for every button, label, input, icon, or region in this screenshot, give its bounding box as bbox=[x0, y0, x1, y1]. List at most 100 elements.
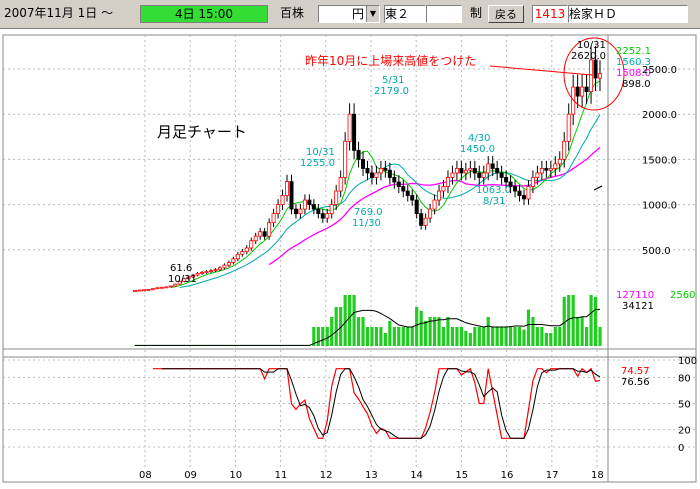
volume-bar bbox=[540, 327, 544, 346]
stock-code-field[interactable]: 1413 bbox=[532, 5, 568, 23]
x-axis-labels: 08 09 10 11 12 13 14 15 16 17 18 bbox=[139, 470, 604, 481]
volume-bar bbox=[446, 317, 450, 346]
candle-body bbox=[544, 168, 549, 171]
candle-body bbox=[410, 195, 415, 201]
price-tick-label: 500.0 bbox=[642, 246, 671, 257]
candle-body bbox=[526, 186, 531, 200]
candle-body bbox=[557, 158, 562, 165]
candle-body bbox=[584, 86, 589, 92]
candle-body bbox=[267, 222, 272, 237]
volume-bar bbox=[495, 327, 499, 346]
volume-bar bbox=[334, 307, 338, 346]
candle-body bbox=[231, 258, 236, 263]
volume-bar bbox=[415, 307, 419, 346]
candle-body bbox=[325, 213, 330, 219]
low2-date: 11/30 bbox=[352, 218, 381, 229]
low-start-value: 61.6 bbox=[170, 263, 192, 274]
candle-body bbox=[472, 168, 477, 174]
volume-bar bbox=[388, 321, 392, 346]
volume-bar bbox=[526, 309, 531, 346]
volume-bar bbox=[504, 327, 508, 346]
x-tick-label: 10 bbox=[229, 470, 242, 481]
chart-frame bbox=[2, 34, 697, 483]
volume-bar bbox=[316, 327, 320, 346]
candle-body bbox=[365, 168, 370, 174]
candle-body bbox=[589, 59, 594, 92]
high-value: 2620.0 bbox=[571, 51, 606, 62]
low-start-date: 10/31 bbox=[168, 274, 197, 285]
price-grid bbox=[3, 68, 696, 251]
volume-bar bbox=[531, 317, 535, 346]
candle-body bbox=[499, 172, 504, 178]
candle-body bbox=[481, 172, 486, 178]
candle-body bbox=[432, 199, 437, 210]
chart-area: 08 09 10 11 12 13 14 15 16 17 18 月足チャート 昨年10月に上場来高… bbox=[0, 29, 700, 485]
market-field[interactable]: 東２ bbox=[384, 5, 426, 23]
volume-bar bbox=[419, 310, 423, 346]
chart-svg: 08 09 10 11 12 13 14 15 16 17 18 月足チャート 昨年10月に上場来高… bbox=[2, 34, 697, 483]
volume-bar bbox=[473, 327, 477, 346]
back-button[interactable]: 戻る bbox=[488, 5, 524, 23]
volume-bar bbox=[593, 297, 598, 346]
currency-dropdown[interactable]: 円 ▼ bbox=[318, 5, 380, 23]
peak3-date: 4/30 bbox=[468, 133, 490, 144]
price-tick-label: 1500.0 bbox=[642, 155, 677, 166]
candle-body bbox=[302, 199, 307, 210]
volume-bar bbox=[441, 327, 446, 346]
candle-body bbox=[374, 172, 379, 178]
volume-bar bbox=[410, 327, 414, 346]
candle-body bbox=[535, 172, 540, 178]
volume-black-value: 34121 bbox=[622, 301, 654, 312]
stoch-tick-label: 20 bbox=[678, 426, 691, 437]
volume-bar bbox=[468, 333, 472, 346]
peak1-value: 1255.0 bbox=[300, 158, 335, 169]
candle-body bbox=[137, 289, 142, 292]
volume-bar bbox=[571, 295, 575, 346]
stoch-tick-label: 100 bbox=[678, 356, 697, 367]
peak3-value: 1450.0 bbox=[460, 144, 495, 155]
candle-body bbox=[378, 168, 383, 174]
candle-body bbox=[553, 163, 558, 169]
x-tick-label: 15 bbox=[455, 470, 468, 481]
candle-body bbox=[445, 177, 450, 187]
candle-body bbox=[562, 140, 567, 160]
candle-body bbox=[580, 86, 585, 97]
candle-body bbox=[441, 186, 446, 192]
candle-body bbox=[593, 59, 598, 79]
date-range-start: 2007年11月 1日 ～ bbox=[4, 6, 114, 20]
empty-field[interactable] bbox=[426, 5, 462, 23]
volume-bar bbox=[576, 317, 580, 346]
candle-body bbox=[141, 289, 146, 292]
volume-bar bbox=[374, 327, 379, 346]
peak1-date: 10/31 bbox=[306, 147, 335, 158]
volume-bar bbox=[392, 327, 396, 346]
candle-body bbox=[419, 213, 424, 226]
candle-body bbox=[276, 204, 281, 215]
date-range-end-field[interactable]: 4日 15:00 bbox=[140, 5, 268, 23]
candle-body bbox=[235, 253, 240, 260]
price-axis-labels: 500.0 1000.0 1500.0 2000.0 2500.0 bbox=[642, 65, 677, 257]
candle-body bbox=[307, 199, 312, 206]
candle-body bbox=[311, 204, 316, 210]
chevron-down-icon[interactable]: ▼ bbox=[366, 6, 379, 22]
candle-body bbox=[423, 217, 428, 226]
low2-value: 769.0 bbox=[354, 207, 383, 218]
candle-body bbox=[329, 204, 334, 215]
annotation-text: 昨年10月に上場来高値をつけた bbox=[305, 53, 476, 68]
toolbar: 2007年11月 1日 ～ 4日 15:00 百株 円 ▼ 東２ 制 戻る 14… bbox=[0, 0, 700, 29]
x-tick-label: 08 bbox=[139, 470, 152, 481]
volume-bar bbox=[365, 327, 370, 346]
candle-body bbox=[495, 168, 500, 174]
candle-body bbox=[387, 169, 392, 178]
volume-bar bbox=[464, 331, 468, 346]
candle-body bbox=[289, 181, 294, 210]
volume-bar bbox=[508, 327, 513, 346]
volume-bar bbox=[477, 327, 481, 346]
stock-name-field[interactable]: 桧家ＨＤ bbox=[568, 5, 688, 23]
candle-body bbox=[146, 289, 151, 291]
stoch-black-value: 76.56 bbox=[621, 377, 650, 388]
candle-body bbox=[396, 181, 401, 187]
x-tick-label: 14 bbox=[410, 470, 423, 481]
volume-bar bbox=[397, 327, 401, 346]
candle-body bbox=[477, 172, 482, 178]
